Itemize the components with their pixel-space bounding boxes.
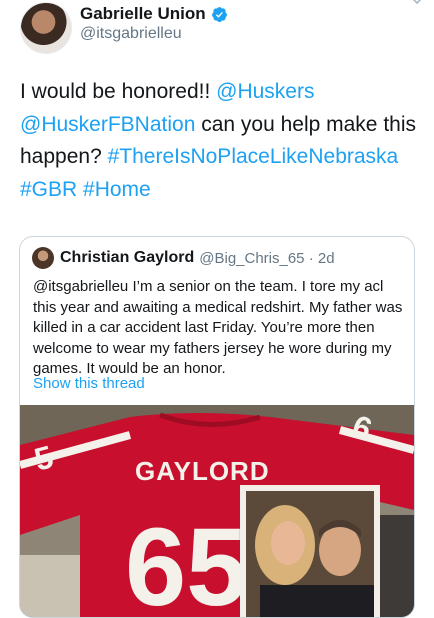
quoted-text: @itsgabrielleu I’m a senior on the team.… [33, 278, 403, 377]
quoted-photo[interactable]: 5 6 GAYLORD 65 [20, 405, 414, 617]
quoted-tweet[interactable]: Christian Gaylord @Big_Chris_65 · 2d @it… [19, 236, 415, 618]
hashtag-link[interactable]: #ThereIsNoPlaceLikeNebraska [108, 145, 399, 168]
author-display-name[interactable]: Gabrielle Union [80, 4, 206, 24]
jersey-name: GAYLORD [135, 456, 270, 486]
blanket-stripe [20, 555, 90, 617]
verified-badge-icon [211, 6, 227, 22]
quoted-display-name[interactable]: Christian Gaylord [60, 249, 194, 267]
quoted-handle: @Big_Chris_65 · 2d [199, 250, 334, 267]
tweet-text-part: I would be honored!! [20, 80, 217, 103]
tweet-text: I would be honored!! @Huskers @HuskerFBN… [20, 76, 420, 206]
mention-link[interactable]: @HuskerFBNation [20, 113, 195, 136]
jersey-number: 65 [125, 506, 247, 617]
quoted-avatar[interactable] [32, 247, 54, 269]
mention-link[interactable]: @Huskers [216, 80, 314, 103]
quoted-handle-text[interactable]: @Big_Chris_65 [199, 250, 304, 267]
person-face [271, 521, 305, 565]
author-handle[interactable]: @itsgabrielleu [80, 25, 182, 43]
quoted-header: Christian Gaylord @Big_Chris_65 · 2d [32, 247, 335, 269]
show-thread-link[interactable]: Show this thread [33, 375, 145, 392]
person-clothes [260, 585, 374, 617]
quoted-separator: · [304, 249, 318, 267]
quoted-time[interactable]: 2d [318, 250, 335, 267]
author-avatar[interactable] [20, 2, 72, 54]
hashtag-link[interactable]: #Home [83, 178, 151, 201]
family-photo [240, 485, 380, 617]
jersey-photo-graphic: 5 6 GAYLORD 65 [20, 405, 414, 617]
hashtag-link[interactable]: #GBR [20, 178, 77, 201]
author-name-row: Gabrielle Union [80, 4, 228, 24]
chevron-down-icon[interactable] [410, 0, 424, 8]
